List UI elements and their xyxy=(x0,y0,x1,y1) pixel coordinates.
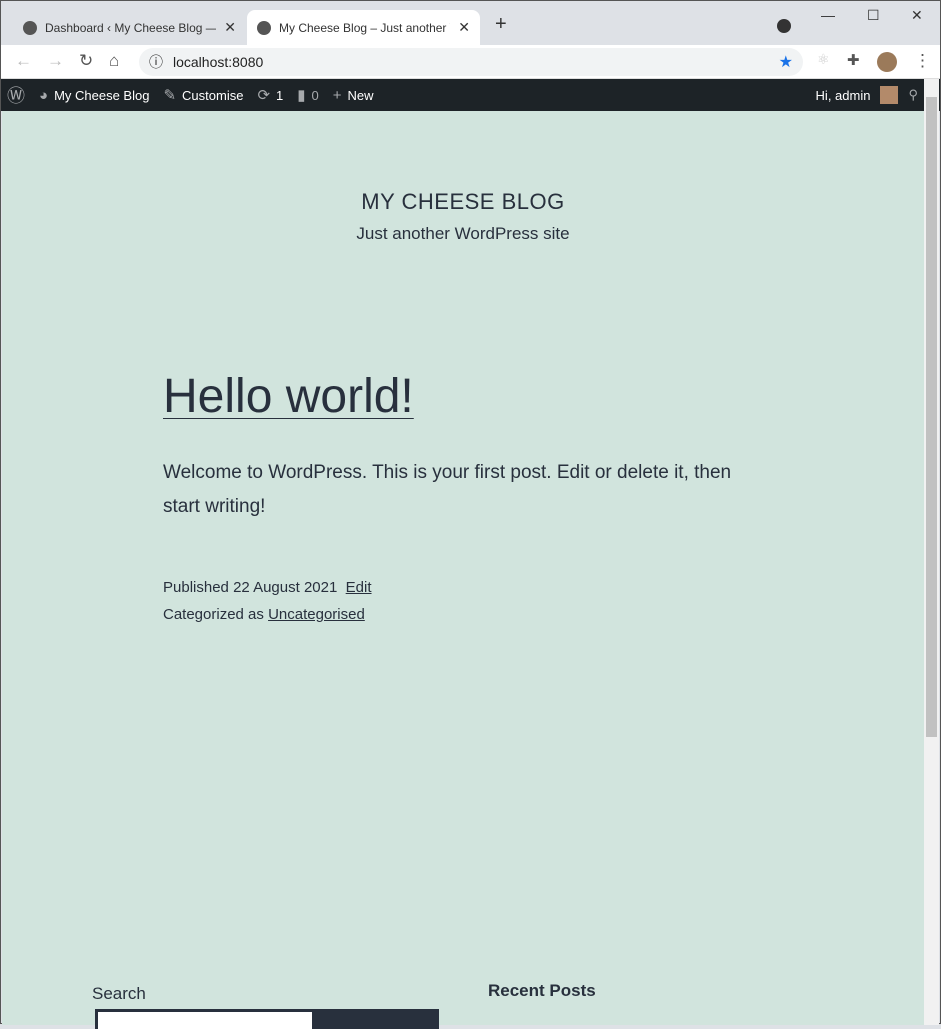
new-tab-icon[interactable]: + xyxy=(495,13,507,36)
account-link[interactable]: Hi, admin xyxy=(816,88,871,103)
scrollbar-thumb[interactable] xyxy=(926,97,937,737)
updates-icon: ⟳ xyxy=(257,87,271,104)
category-label: Categorized as xyxy=(163,606,264,623)
globe-icon xyxy=(257,20,271,35)
tab-dashboard[interactable]: Dashboard ‹ My Cheese Blog — W ✕ xyxy=(13,10,246,45)
customise-label: Customise xyxy=(182,87,244,103)
post-title-link[interactable]: Hello world! xyxy=(163,369,414,424)
address-bar[interactable]: ⓘ localhost:8080 ★ xyxy=(139,48,803,76)
tab-bar: Dashboard ‹ My Cheese Blog — W ✕ My Chees… xyxy=(1,1,940,45)
maximize-icon[interactable]: ☐ xyxy=(867,7,880,24)
published-label: Published xyxy=(163,579,229,596)
scrollbar[interactable] xyxy=(924,79,939,1025)
edit-link[interactable]: Edit xyxy=(346,579,372,596)
puzzle-icon[interactable]: ✚ xyxy=(847,51,860,69)
extension-icon[interactable]: ⚛ xyxy=(817,51,830,68)
profile-avatar[interactable] xyxy=(877,52,897,72)
post-body: Welcome to WordPress. This is your first… xyxy=(163,462,732,517)
tab-blog[interactable]: My Cheese Blog – Just another W ✕ xyxy=(247,10,480,45)
search-input[interactable] xyxy=(95,1009,315,1029)
tab-title: My Cheese Blog – Just another W xyxy=(279,20,451,35)
category-link[interactable]: Uncategorised xyxy=(268,606,365,623)
customise-link[interactable]: ✎ Customise xyxy=(163,86,243,104)
brush-icon: ✎ xyxy=(163,87,177,104)
toolbar: ← → ↻ ⌂ ⓘ localhost:8080 ★ ⚛ ✚ ⋮ xyxy=(1,45,940,79)
updates-link[interactable]: ⟳ 1 xyxy=(257,86,283,104)
avatar xyxy=(880,86,899,104)
recent-posts-heading: Recent Posts xyxy=(488,981,596,1000)
forward-icon[interactable]: → xyxy=(47,51,64,71)
tab-title: Dashboard ‹ My Cheese Blog — W xyxy=(45,20,217,35)
info-icon[interactable]: ⓘ xyxy=(149,52,163,72)
page-content: MY CHEESE BLOG Just another WordPress si… xyxy=(2,111,924,1029)
reload-icon[interactable]: ↻ xyxy=(79,51,93,71)
back-icon[interactable]: ← xyxy=(15,51,32,71)
comments-link[interactable]: ▮ 0 xyxy=(297,86,319,104)
close-window-icon[interactable]: ✕ xyxy=(911,7,923,24)
url-text: localhost:8080 xyxy=(173,54,264,70)
wp-admin-bar: Ⓦ ◕ My Cheese Blog ✎ Customise ⟳ 1 ▮ 0 + New … xyxy=(1,79,940,111)
updates-count: 1 xyxy=(276,87,284,103)
post-date: 22 August 2021 xyxy=(233,579,338,596)
bookmark-star-icon[interactable]: ★ xyxy=(779,52,793,72)
comments-count: 0 xyxy=(311,87,319,103)
globe-icon xyxy=(23,20,37,35)
close-tab-icon[interactable]: ✕ xyxy=(224,19,236,36)
home-icon[interactable]: ⌂ xyxy=(109,51,119,71)
minimize-icon[interactable]: — xyxy=(821,7,835,23)
dashboard-icon: ◕ xyxy=(39,86,49,104)
wordpress-logo-icon[interactable]: Ⓦ xyxy=(7,82,25,108)
new-link[interactable]: + New xyxy=(333,87,374,104)
search-icon[interactable]: ⚲ xyxy=(908,87,918,103)
tab-search-icon[interactable] xyxy=(777,19,791,33)
site-title[interactable]: MY CHEESE BLOG xyxy=(2,189,924,215)
search-widget-heading: Search xyxy=(92,984,146,1003)
plus-icon: + xyxy=(332,86,342,104)
menu-icon[interactable]: ⋮ xyxy=(914,51,931,71)
site-name-link[interactable]: ◕ My Cheese Blog xyxy=(39,87,149,104)
new-label: New xyxy=(347,87,374,103)
post-meta: Published 22 August 2021 Edit Categorize… xyxy=(163,574,372,628)
site-name: My Cheese Blog xyxy=(54,87,150,103)
close-tab-icon[interactable]: ✕ xyxy=(458,19,470,36)
site-description: Just another WordPress site xyxy=(356,224,570,243)
comment-icon: ▮ xyxy=(297,87,306,104)
search-button[interactable] xyxy=(315,1009,439,1029)
